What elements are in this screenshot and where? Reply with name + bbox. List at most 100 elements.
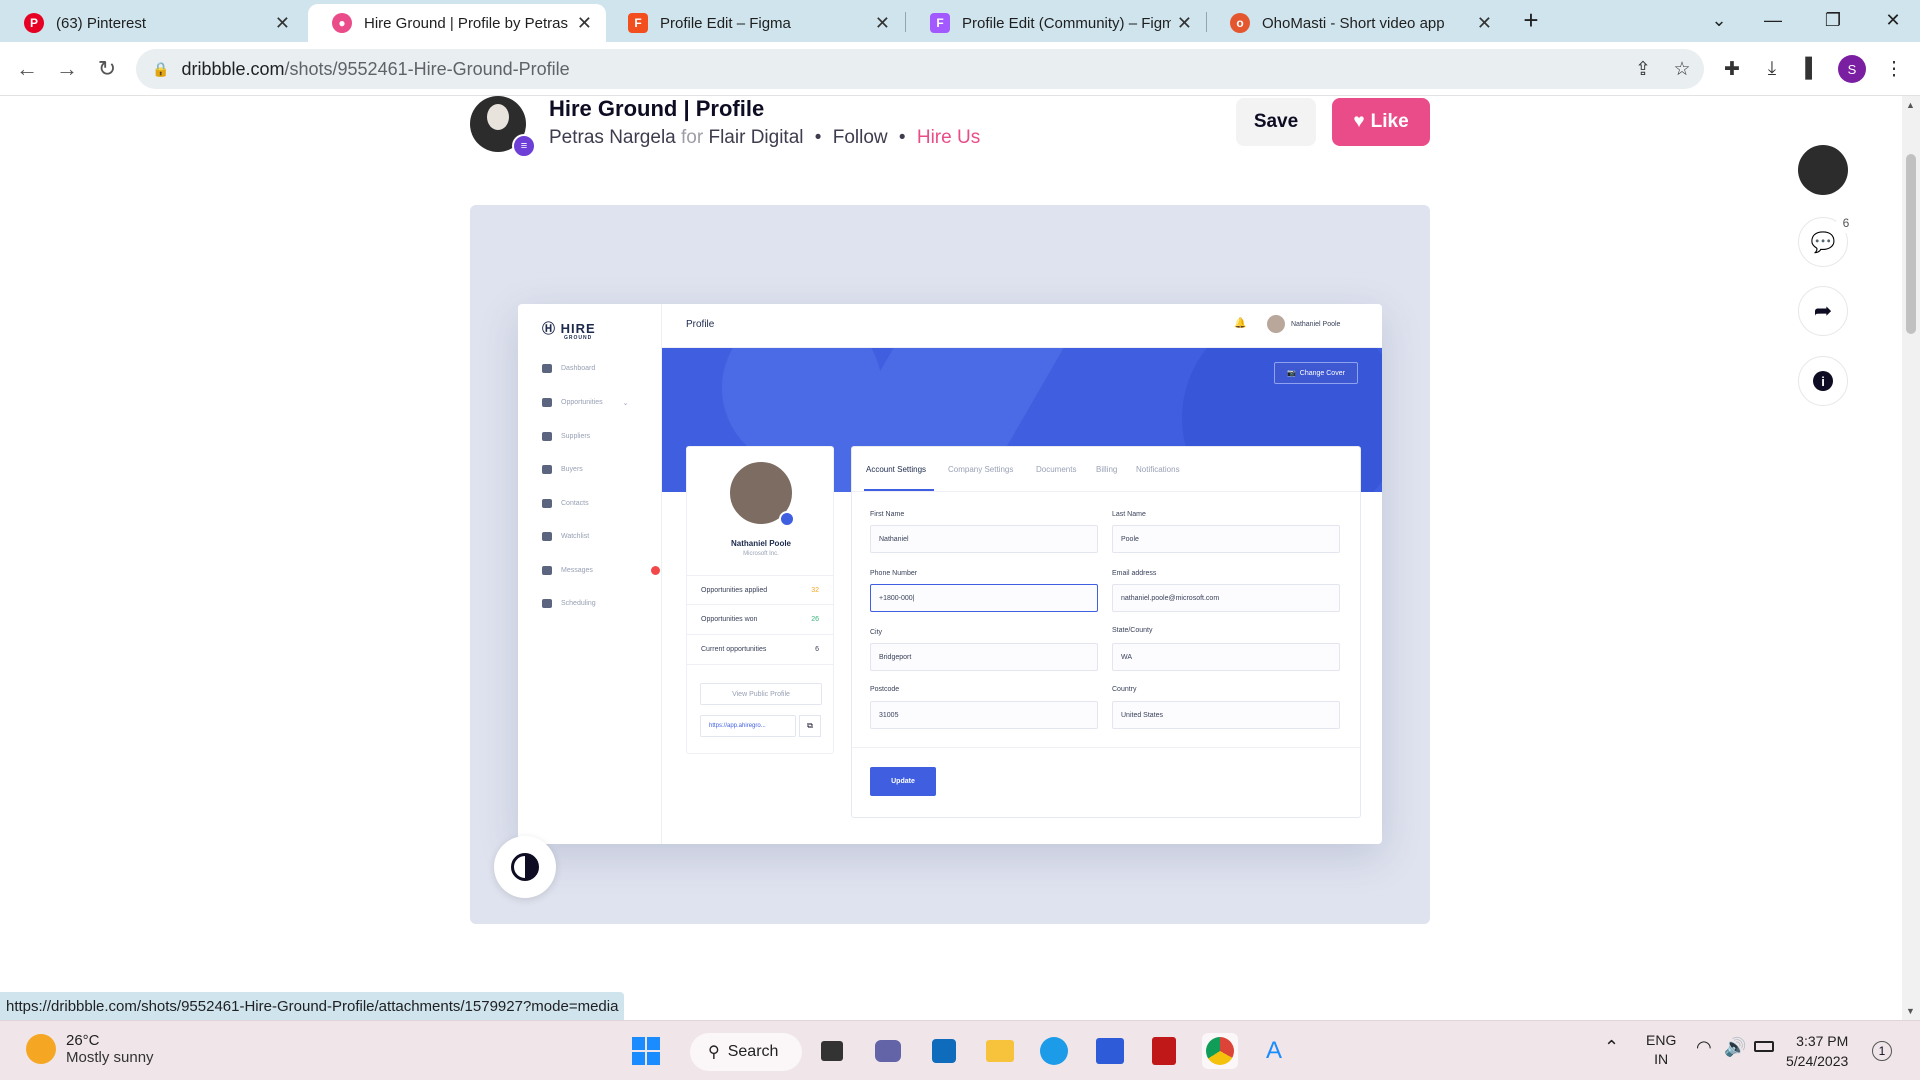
comments-count: 6 (1836, 213, 1856, 233)
side-panel-icon[interactable]: ▌ (1798, 55, 1826, 83)
shot-title: Hire Ground | Profile (549, 96, 765, 121)
tab-dribbble[interactable]: ● Hire Ground | Profile by Petras Nargel… (308, 4, 606, 42)
close-tab-icon[interactable]: ✕ (577, 13, 592, 34)
menu-kebab-icon[interactable]: ⋮ (1880, 55, 1908, 83)
profile-avatar[interactable]: S (1838, 55, 1866, 83)
figma-icon: F (628, 13, 648, 33)
scroll-thumb[interactable] (1906, 154, 1916, 334)
search-label: Search (727, 1043, 779, 1060)
reload-icon[interactable]: ↻ (91, 53, 123, 85)
notification-badge[interactable]: 1 (1872, 1041, 1892, 1061)
mock-topbar: Profile 🔔 Nathaniel Poole (662, 304, 1382, 348)
taskbar-search[interactable]: ⚲ Search (690, 1033, 802, 1071)
tab-figma-1[interactable]: F Profile Edit – Figma ✕ (604, 4, 904, 42)
separator-dot: • (898, 127, 906, 148)
scroll-up-arrow[interactable]: ▲ (1906, 100, 1915, 110)
language-indicator[interactable]: ENG IN (1646, 1031, 1676, 1069)
minimize-icon[interactable]: — (1750, 0, 1796, 40)
wifi-icon[interactable]: ◠ (1696, 1037, 1712, 1058)
tab-ohomasti[interactable]: o OhoMasti - Short video app ✕ (1206, 4, 1506, 42)
tab-title: Hire Ground | Profile by Petras Nargela (364, 14, 571, 32)
forward-icon[interactable]: → (51, 53, 83, 85)
mock-copy-icon: ⧉ (799, 715, 821, 737)
tab-figma-2[interactable]: F Profile Edit (Community) – Figma ✕ (906, 4, 1206, 42)
tab-pinterest[interactable]: P (63) Pinterest ✕ (0, 4, 304, 42)
mock-page-title: Profile (686, 319, 715, 330)
mock-label: Email address (1112, 570, 1157, 577)
app-store-icon[interactable]: A (1256, 1033, 1292, 1069)
follow-link[interactable]: Follow (833, 127, 888, 148)
like-label: Like (1370, 111, 1409, 132)
heart-icon: ♥ (1353, 111, 1365, 132)
restore-icon[interactable]: ❐ (1810, 0, 1856, 40)
file-explorer-icon[interactable] (982, 1033, 1018, 1069)
start-windows-icon[interactable] (628, 1033, 664, 1069)
info-button[interactable]: i (1798, 356, 1848, 406)
mock-public-url: https://app.ahiregro... (700, 715, 796, 737)
team-link[interactable]: Flair Digital (708, 127, 803, 148)
mock-label: Postcode (870, 686, 900, 693)
show-hidden-icons[interactable]: ⌃ (1604, 1037, 1619, 1058)
bookmark-star-icon[interactable]: ☆ (1668, 55, 1696, 83)
mock-nav-item: Buyers (542, 465, 583, 474)
share-arrow-icon: ➦ (1813, 298, 1833, 323)
volume-icon[interactable]: 🔊 (1724, 1037, 1746, 1058)
share-button[interactable]: ➦ (1798, 286, 1848, 336)
mock-city-select: Bridgeport (870, 643, 1098, 671)
clock-date: 5/24/2023 (1786, 1053, 1849, 1069)
mock-first-name-input: Nathaniel (870, 525, 1098, 553)
close-tab-icon[interactable]: ✕ (275, 13, 290, 34)
weather-widget[interactable]: 26°C Mostly sunny (26, 1032, 154, 1066)
close-tab-icon[interactable]: ✕ (875, 13, 890, 34)
teams-chat-icon[interactable] (870, 1033, 906, 1069)
dark-mode-toggle[interactable] (494, 836, 556, 898)
download-icon[interactable]: ⤓ (1758, 55, 1786, 83)
edge-icon[interactable] (1036, 1033, 1072, 1069)
mcafee-icon[interactable] (1146, 1033, 1182, 1069)
mock-last-name-input: Poole (1112, 525, 1340, 553)
mock-label: First Name (870, 511, 905, 518)
mock-label: Last Name (1112, 511, 1146, 518)
scroll-down-arrow[interactable]: ▼ (1906, 1006, 1915, 1016)
like-button[interactable]: ♥ Like (1332, 98, 1430, 146)
author-link[interactable]: Petras Nargela (549, 127, 676, 148)
mock-label: Country (1112, 686, 1137, 693)
hire-us-link[interactable]: Hire Us (917, 127, 980, 148)
mock-sidebar: Ⓗ HIRE GROUND Dashboard Opportunities ⌄ Su… (518, 304, 662, 844)
figma-icon: F (930, 13, 950, 33)
microsoft-store-icon[interactable] (926, 1033, 962, 1069)
battery-icon[interactable] (1754, 1041, 1774, 1052)
mock-tab: Billing (1096, 465, 1118, 474)
mock-tab: Account Settings (866, 465, 927, 474)
task-view-icon[interactable] (814, 1033, 850, 1069)
mock-tab-divider (852, 491, 1360, 492)
status-url-bubble: https://dribbble.com/shots/9552461-Hire-… (0, 992, 625, 1020)
designer-avatar-button[interactable] (1798, 145, 1848, 195)
mock-postcode-select: 31005 (870, 701, 1098, 729)
share-icon[interactable]: ⇪ (1629, 55, 1657, 83)
mock-account-form: Account Settings Company Settings Docume… (851, 446, 1361, 818)
mock-tab: Documents (1036, 465, 1077, 474)
ohomasti-icon: o (1230, 13, 1250, 33)
save-button[interactable]: Save (1236, 98, 1316, 146)
close-tab-icon[interactable]: ✕ (1477, 13, 1492, 34)
address-bar[interactable]: 🔒 dribbble.com/shots/9552461-Hire-Ground… (136, 49, 1704, 89)
close-window-icon[interactable]: ✕ (1870, 0, 1916, 40)
tab-title: (63) Pinterest (56, 14, 147, 32)
back-icon[interactable]: ← (11, 53, 43, 85)
app-icon[interactable] (1092, 1033, 1128, 1069)
page-scrollbar[interactable]: ▲ ▼ (1902, 96, 1920, 1020)
mock-logo: Ⓗ HIRE GROUND (542, 321, 596, 341)
close-tab-icon[interactable]: ✕ (1177, 13, 1192, 34)
mock-nav-item: Contacts (542, 499, 589, 508)
mock-nav-item: Suppliers (542, 432, 590, 441)
clock-time: 3:37 PM (1796, 1033, 1849, 1049)
mock-label: Phone Number (870, 570, 918, 577)
chrome-icon[interactable] (1202, 1033, 1238, 1069)
clock[interactable]: 3:37 PM 5/24/2023 (1786, 1031, 1848, 1071)
shot-media[interactable]: Ⓗ HIRE GROUND Dashboard Opportunities ⌄ Su… (470, 205, 1430, 924)
tab-search-chevron-icon[interactable]: ⌄ (1696, 0, 1742, 40)
mock-user-avatar (1267, 315, 1285, 333)
extensions-icon[interactable]: ✚ (1718, 55, 1746, 83)
new-tab-icon[interactable]: + (1508, 0, 1554, 40)
